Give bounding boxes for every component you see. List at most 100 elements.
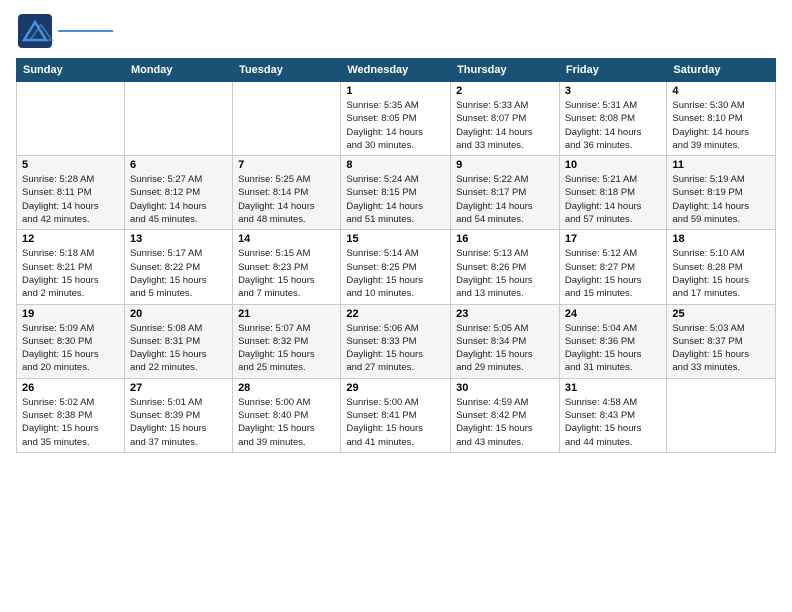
day-cell: 17 Sunrise: 5:12 AMSunset: 8:27 PMDayligh… — [559, 230, 667, 304]
day-info: Sunrise: 5:31 AMSunset: 8:08 PMDaylight:… — [565, 99, 662, 152]
day-number: 11 — [672, 159, 770, 171]
day-number: 9 — [456, 159, 554, 171]
day-number: 29 — [346, 382, 445, 394]
week-row-3: 12Sunrise: 5:18 AMSunset: 8:21 PMDayligh… — [17, 230, 776, 304]
header-cell-sunday: Sunday — [17, 59, 125, 82]
header-cell-wednesday: Wednesday — [341, 59, 451, 82]
day-info: Sunrise: 5:33 AMSunset: 8:07 PMDaylight:… — [456, 99, 554, 152]
day-info: Sunrise: 5:22 AMSunset: 8:17 PMDaylight:… — [456, 173, 554, 226]
day-info: Sunrise: 5:08 AMSunset: 8:31 PMDaylight:… — [130, 322, 227, 375]
logo — [16, 12, 113, 50]
day-cell: 4 Sunrise: 5:30 AMSunset: 8:10 PMDaylight… — [667, 82, 776, 156]
day-cell: 9 Sunrise: 5:22 AMSunset: 8:17 PMDaylight… — [451, 156, 560, 230]
day-cell: 22 Sunrise: 5:06 AMSunset: 8:33 PMDayligh… — [341, 304, 451, 378]
day-cell: 20 Sunrise: 5:08 AMSunset: 8:31 PMDayligh… — [124, 304, 232, 378]
day-info: Sunrise: 4:58 AMSunset: 8:43 PMDaylight:… — [565, 396, 662, 449]
day-cell: 8 Sunrise: 5:24 AMSunset: 8:15 PMDaylight… — [341, 156, 451, 230]
day-cell: 24 Sunrise: 5:04 AMSunset: 8:36 PMDayligh… — [559, 304, 667, 378]
day-info: Sunrise: 5:09 AMSunset: 8:30 PMDaylight:… — [22, 322, 119, 375]
header-cell-tuesday: Tuesday — [233, 59, 341, 82]
day-cell — [124, 82, 232, 156]
day-number: 26 — [22, 382, 119, 394]
day-cell: 31 Sunrise: 4:58 AMSunset: 8:43 PMDayligh… — [559, 378, 667, 452]
day-number: 30 — [456, 382, 554, 394]
week-row-4: 19 Sunrise: 5:09 AMSunset: 8:30 PMDayligh… — [17, 304, 776, 378]
day-info: Sunrise: 5:19 AMSunset: 8:19 PMDaylight:… — [672, 173, 770, 226]
day-info: Sunrise: 5:06 AMSunset: 8:33 PMDaylight:… — [346, 322, 445, 375]
day-info: Sunrise: 5:15 AMSunset: 8:23 PMDaylight:… — [238, 247, 335, 300]
logo-icon — [16, 12, 54, 50]
day-cell: 7 Sunrise: 5:25 AMSunset: 8:14 PMDaylight… — [233, 156, 341, 230]
week-row-1: 1Sunrise: 5:35 AMSunset: 8:05 PMDaylight… — [17, 82, 776, 156]
day-info: Sunrise: 5:24 AMSunset: 8:15 PMDaylight:… — [346, 173, 445, 226]
day-info: Sunrise: 5:30 AMSunset: 8:10 PMDaylight:… — [672, 99, 770, 152]
day-number: 22 — [346, 308, 445, 320]
day-number: 4 — [672, 85, 770, 97]
day-info: Sunrise: 5:12 AMSunset: 8:27 PMDaylight:… — [565, 247, 662, 300]
day-number: 27 — [130, 382, 227, 394]
day-number: 24 — [565, 308, 662, 320]
day-info: Sunrise: 5:13 AMSunset: 8:26 PMDaylight:… — [456, 247, 554, 300]
day-info: Sunrise: 5:25 AMSunset: 8:14 PMDaylight:… — [238, 173, 335, 226]
day-number: 17 — [565, 233, 662, 245]
day-number: 25 — [672, 308, 770, 320]
day-number: 7 — [238, 159, 335, 171]
day-number: 12 — [22, 233, 119, 245]
day-info: Sunrise: 5:07 AMSunset: 8:32 PMDaylight:… — [238, 322, 335, 375]
header-row: SundayMondayTuesdayWednesdayThursdayFrid… — [17, 59, 776, 82]
day-cell — [667, 378, 776, 452]
day-number: 16 — [456, 233, 554, 245]
day-info: Sunrise: 5:27 AMSunset: 8:12 PMDaylight:… — [130, 173, 227, 226]
day-number: 8 — [346, 159, 445, 171]
day-number: 3 — [565, 85, 662, 97]
day-info: Sunrise: 5:02 AMSunset: 8:38 PMDaylight:… — [22, 396, 119, 449]
day-cell: 27 Sunrise: 5:01 AMSunset: 8:39 PMDayligh… — [124, 378, 232, 452]
calendar-table: SundayMondayTuesdayWednesdayThursdayFrid… — [16, 58, 776, 453]
day-info: Sunrise: 5:14 AMSunset: 8:25 PMDaylight:… — [346, 247, 445, 300]
day-cell: 6 Sunrise: 5:27 AMSunset: 8:12 PMDaylight… — [124, 156, 232, 230]
week-row-2: 5Sunrise: 5:28 AMSunset: 8:11 PMDaylight… — [17, 156, 776, 230]
day-cell: 3 Sunrise: 5:31 AMSunset: 8:08 PMDaylight… — [559, 82, 667, 156]
day-cell: 5Sunrise: 5:28 AMSunset: 8:11 PMDaylight… — [17, 156, 125, 230]
calendar-body: 1Sunrise: 5:35 AMSunset: 8:05 PMDaylight… — [17, 82, 776, 453]
day-info: Sunrise: 5:17 AMSunset: 8:22 PMDaylight:… — [130, 247, 227, 300]
day-info: Sunrise: 5:01 AMSunset: 8:39 PMDaylight:… — [130, 396, 227, 449]
day-cell — [17, 82, 125, 156]
day-info: Sunrise: 5:03 AMSunset: 8:37 PMDaylight:… — [672, 322, 770, 375]
day-cell: 28Sunrise: 5:00 AMSunset: 8:40 PMDayligh… — [233, 378, 341, 452]
day-info: Sunrise: 5:10 AMSunset: 8:28 PMDaylight:… — [672, 247, 770, 300]
day-info: Sunrise: 5:04 AMSunset: 8:36 PMDaylight:… — [565, 322, 662, 375]
day-number: 14 — [238, 233, 335, 245]
calendar-header: SundayMondayTuesdayWednesdayThursdayFrid… — [17, 59, 776, 82]
day-cell: 25 Sunrise: 5:03 AMSunset: 8:37 PMDayligh… — [667, 304, 776, 378]
day-cell: 29 Sunrise: 5:00 AMSunset: 8:41 PMDayligh… — [341, 378, 451, 452]
day-number: 20 — [130, 308, 227, 320]
page-container: SundayMondayTuesdayWednesdayThursdayFrid… — [0, 0, 792, 461]
day-info: Sunrise: 5:00 AMSunset: 8:41 PMDaylight:… — [346, 396, 445, 449]
day-cell: 23Sunrise: 5:05 AMSunset: 8:34 PMDayligh… — [451, 304, 560, 378]
day-cell: 21 Sunrise: 5:07 AMSunset: 8:32 PMDayligh… — [233, 304, 341, 378]
day-number: 23 — [456, 308, 554, 320]
day-info: Sunrise: 5:21 AMSunset: 8:18 PMDaylight:… — [565, 173, 662, 226]
day-number: 10 — [565, 159, 662, 171]
day-cell: 1Sunrise: 5:35 AMSunset: 8:05 PMDaylight… — [341, 82, 451, 156]
day-number: 19 — [22, 308, 119, 320]
header-cell-friday: Friday — [559, 59, 667, 82]
day-number: 6 — [130, 159, 227, 171]
day-info: Sunrise: 4:59 AMSunset: 8:42 PMDaylight:… — [456, 396, 554, 449]
day-cell: 13 Sunrise: 5:17 AMSunset: 8:22 PMDayligh… — [124, 230, 232, 304]
day-number: 2 — [456, 85, 554, 97]
day-cell: 10 Sunrise: 5:21 AMSunset: 8:18 PMDayligh… — [559, 156, 667, 230]
day-number: 13 — [130, 233, 227, 245]
day-cell: 11 Sunrise: 5:19 AMSunset: 8:19 PMDayligh… — [667, 156, 776, 230]
day-cell: 19 Sunrise: 5:09 AMSunset: 8:30 PMDayligh… — [17, 304, 125, 378]
day-number: 18 — [672, 233, 770, 245]
day-info: Sunrise: 5:35 AMSunset: 8:05 PMDaylight:… — [346, 99, 445, 152]
day-info: Sunrise: 5:28 AMSunset: 8:11 PMDaylight:… — [22, 173, 119, 226]
header-cell-saturday: Saturday — [667, 59, 776, 82]
day-cell: 14 Sunrise: 5:15 AMSunset: 8:23 PMDayligh… — [233, 230, 341, 304]
day-number: 21 — [238, 308, 335, 320]
day-cell: 15Sunrise: 5:14 AMSunset: 8:25 PMDayligh… — [341, 230, 451, 304]
day-cell: 16 Sunrise: 5:13 AMSunset: 8:26 PMDayligh… — [451, 230, 560, 304]
day-number: 31 — [565, 382, 662, 394]
